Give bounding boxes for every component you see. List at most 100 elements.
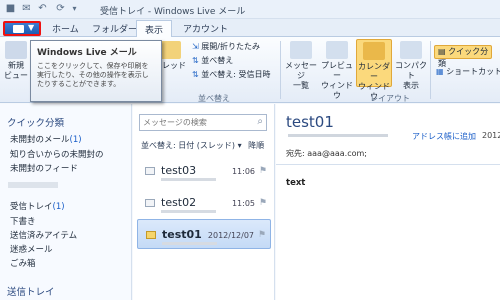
folder-label: 受信トレイ [10, 202, 53, 212]
app-menu-icon [13, 25, 24, 33]
sender-redacted [162, 242, 217, 245]
qat-dropdown-icon[interactable]: ▾ [68, 3, 81, 15]
sender-redacted [288, 134, 388, 137]
message-body: text [286, 178, 306, 188]
new-view-label: 新規 [8, 61, 24, 70]
message-time: 11:05 [231, 199, 255, 208]
search-input[interactable] [140, 115, 240, 130]
folder-item-junk[interactable]: 迷惑メール [10, 243, 53, 255]
message-list-label-2: 一覧 [293, 81, 309, 90]
folder-item-trash[interactable]: ごみ箱 [10, 257, 36, 269]
message-subject: test02 [161, 196, 197, 209]
expand-collapse-label: 展開/折りたたみ [201, 42, 260, 51]
new-view-label-2: ビュー [4, 71, 28, 80]
reply-icon[interactable]: ↶ [36, 3, 49, 15]
layout-group-label: レイアウト [370, 94, 410, 103]
expand-collapse-button[interactable]: ⇲ 展開/折りたたみ [192, 42, 260, 52]
outbox-header[interactable]: 送信トレイ [7, 284, 55, 298]
message-item-selected[interactable]: test01 2012/12/07 ⚑ [137, 219, 271, 249]
tab-home[interactable]: ホーム [52, 22, 79, 35]
message-time: 2012/12/07 [207, 231, 254, 240]
sort-icon: ⇅ [192, 70, 202, 79]
account-name-redacted [8, 182, 58, 188]
ribbon-separator [280, 41, 281, 99]
compact-label-2: 表示 [403, 81, 419, 90]
new-view-button[interactable]: 新規 ビュー [4, 41, 28, 81]
calendar-pane-button[interactable]: カレンダー ウィンドウ [356, 39, 392, 101]
new-message-icon[interactable]: ✉ [20, 3, 33, 15]
sort-asc-button[interactable]: ⇅ 並べ替え [192, 56, 233, 66]
preview-label-2: ウィンドウ [321, 81, 353, 100]
folder-label: ごみ箱 [10, 259, 36, 269]
tooltip-title: Windows Live メール [37, 48, 137, 58]
unread-count: (1) [69, 135, 82, 145]
app-menu-tooltip: Windows Live メール ここをクリックして、保存や印刷を実行したり、そ… [30, 40, 162, 102]
preview-label: プレビュー [321, 61, 353, 80]
sort-received-label: 並べ替え: 受信日時 [201, 70, 271, 79]
title-bar: ■ ✉ ↶ ⟳ ▾ 受信トレイ - Windows Live メール [0, 0, 500, 19]
reading-recipient: 宛先: aaa@aaa.com; [286, 149, 367, 158]
tab-folder[interactable]: フォルダー [92, 22, 137, 35]
new-view-icon [5, 41, 27, 59]
tab-account[interactable]: アカウント [183, 22, 228, 35]
envelope-icon [146, 231, 156, 239]
preview-pane-icon [326, 41, 348, 59]
app-menu-button[interactable]: ▼ [3, 21, 41, 36]
sort-direction-label[interactable]: 降順 [248, 141, 264, 150]
folder-label: 送信済みアイテム [10, 231, 78, 241]
folder-item-sent[interactable]: 送信済みアイテム [10, 229, 77, 241]
chevron-down-icon: ▾ [237, 141, 242, 150]
folder-label: 下書き [10, 217, 36, 227]
quick-views-header[interactable]: クイック分類 [7, 115, 64, 129]
reading-date: 2012/1 [482, 131, 500, 140]
compact-view-icon [400, 41, 422, 59]
message-list-icon [290, 41, 312, 59]
reading-subject: test01 [286, 113, 334, 131]
folder-item-unread-feeds[interactable]: 未開封のフィード [10, 162, 78, 174]
sort-label: 並べ替え: 日付 (スレッド) [141, 141, 236, 150]
sort-received-button[interactable]: ⇅ 並べ替え: 受信日時 [192, 70, 271, 80]
compact-label: コンパクト [395, 61, 427, 80]
message-list-pane: ⌕ 並べ替え: 日付 (スレッド) ▾ 降順 test03 11:06 ⚑ te… [133, 104, 275, 300]
window-title: 受信トレイ - Windows Live メール [100, 7, 246, 17]
flag-icon[interactable]: ⚑ [259, 166, 267, 176]
add-to-contacts-link[interactable]: アドレス帳に追加 [412, 131, 476, 142]
message-list-label: メッセージ [285, 61, 317, 80]
expand-icon: ⇲ [192, 42, 202, 51]
tooltip-body: ここをクリックして、保存や印刷を実行したり、その他の操作を表示したりすることがで… [37, 62, 149, 88]
preview-pane-button[interactable]: プレビュー ウィンドウ [320, 41, 354, 101]
sender-redacted [161, 210, 216, 213]
send-receive-icon[interactable]: ⟳ [54, 3, 67, 15]
search-icon[interactable]: ⌕ [257, 116, 263, 127]
folder-label: 迷惑メール [10, 245, 53, 255]
folder-label: 未開封のフィード [10, 164, 78, 174]
folder-item-drafts[interactable]: 下書き [10, 215, 36, 227]
tab-view[interactable]: 表示 [136, 20, 173, 37]
quick-views-button[interactable]: ▤ クイック分類 [434, 45, 492, 68]
message-list-button[interactable]: メッセージ 一覧 [284, 41, 318, 91]
folder-item-inbox[interactable]: 受信トレイ(1) [10, 200, 65, 212]
reading-pane: test01 アドレス帳に追加 2012/1 宛先: aaa@aaa.com; … [276, 104, 500, 300]
unread-count: (1) [52, 202, 65, 212]
shortcut-button[interactable]: ▦ ショートカットの表 [436, 67, 500, 77]
sender-redacted [161, 178, 216, 181]
folder-item-unread-from-contacts[interactable]: 知り合いからの未開封の [10, 148, 104, 160]
flag-icon[interactable]: ⚑ [259, 198, 267, 208]
calendar-label: カレンダー [358, 62, 390, 81]
flag-icon[interactable]: ⚑ [258, 230, 266, 240]
folder-item-unread-mail[interactable]: 未開封のメール(1) [10, 133, 82, 145]
ribbon-separator [430, 41, 431, 99]
search-box: ⌕ [139, 114, 267, 131]
calendar-pane-icon [363, 42, 385, 60]
app-icon: ■ [5, 3, 16, 14]
message-item[interactable]: test02 11:05 ⚑ [137, 188, 271, 218]
message-time: 11:06 [231, 167, 255, 176]
shortcut-label: ショートカットの表 [446, 67, 500, 76]
ribbon-tabs: ▼ ホーム フォルダー 表示 アカウント [0, 19, 500, 37]
compact-view-button[interactable]: コンパクト 表示 [394, 41, 428, 91]
message-item[interactable]: test03 11:06 ⚑ [137, 156, 271, 186]
sort-control[interactable]: 並べ替え: 日付 (スレッド) ▾ 降順 [141, 140, 264, 151]
quick-views-icon: ▤ [438, 47, 449, 56]
sort-group-label: 並べ替え [198, 94, 230, 103]
sort-asc-icon: ⇅ [192, 56, 202, 65]
